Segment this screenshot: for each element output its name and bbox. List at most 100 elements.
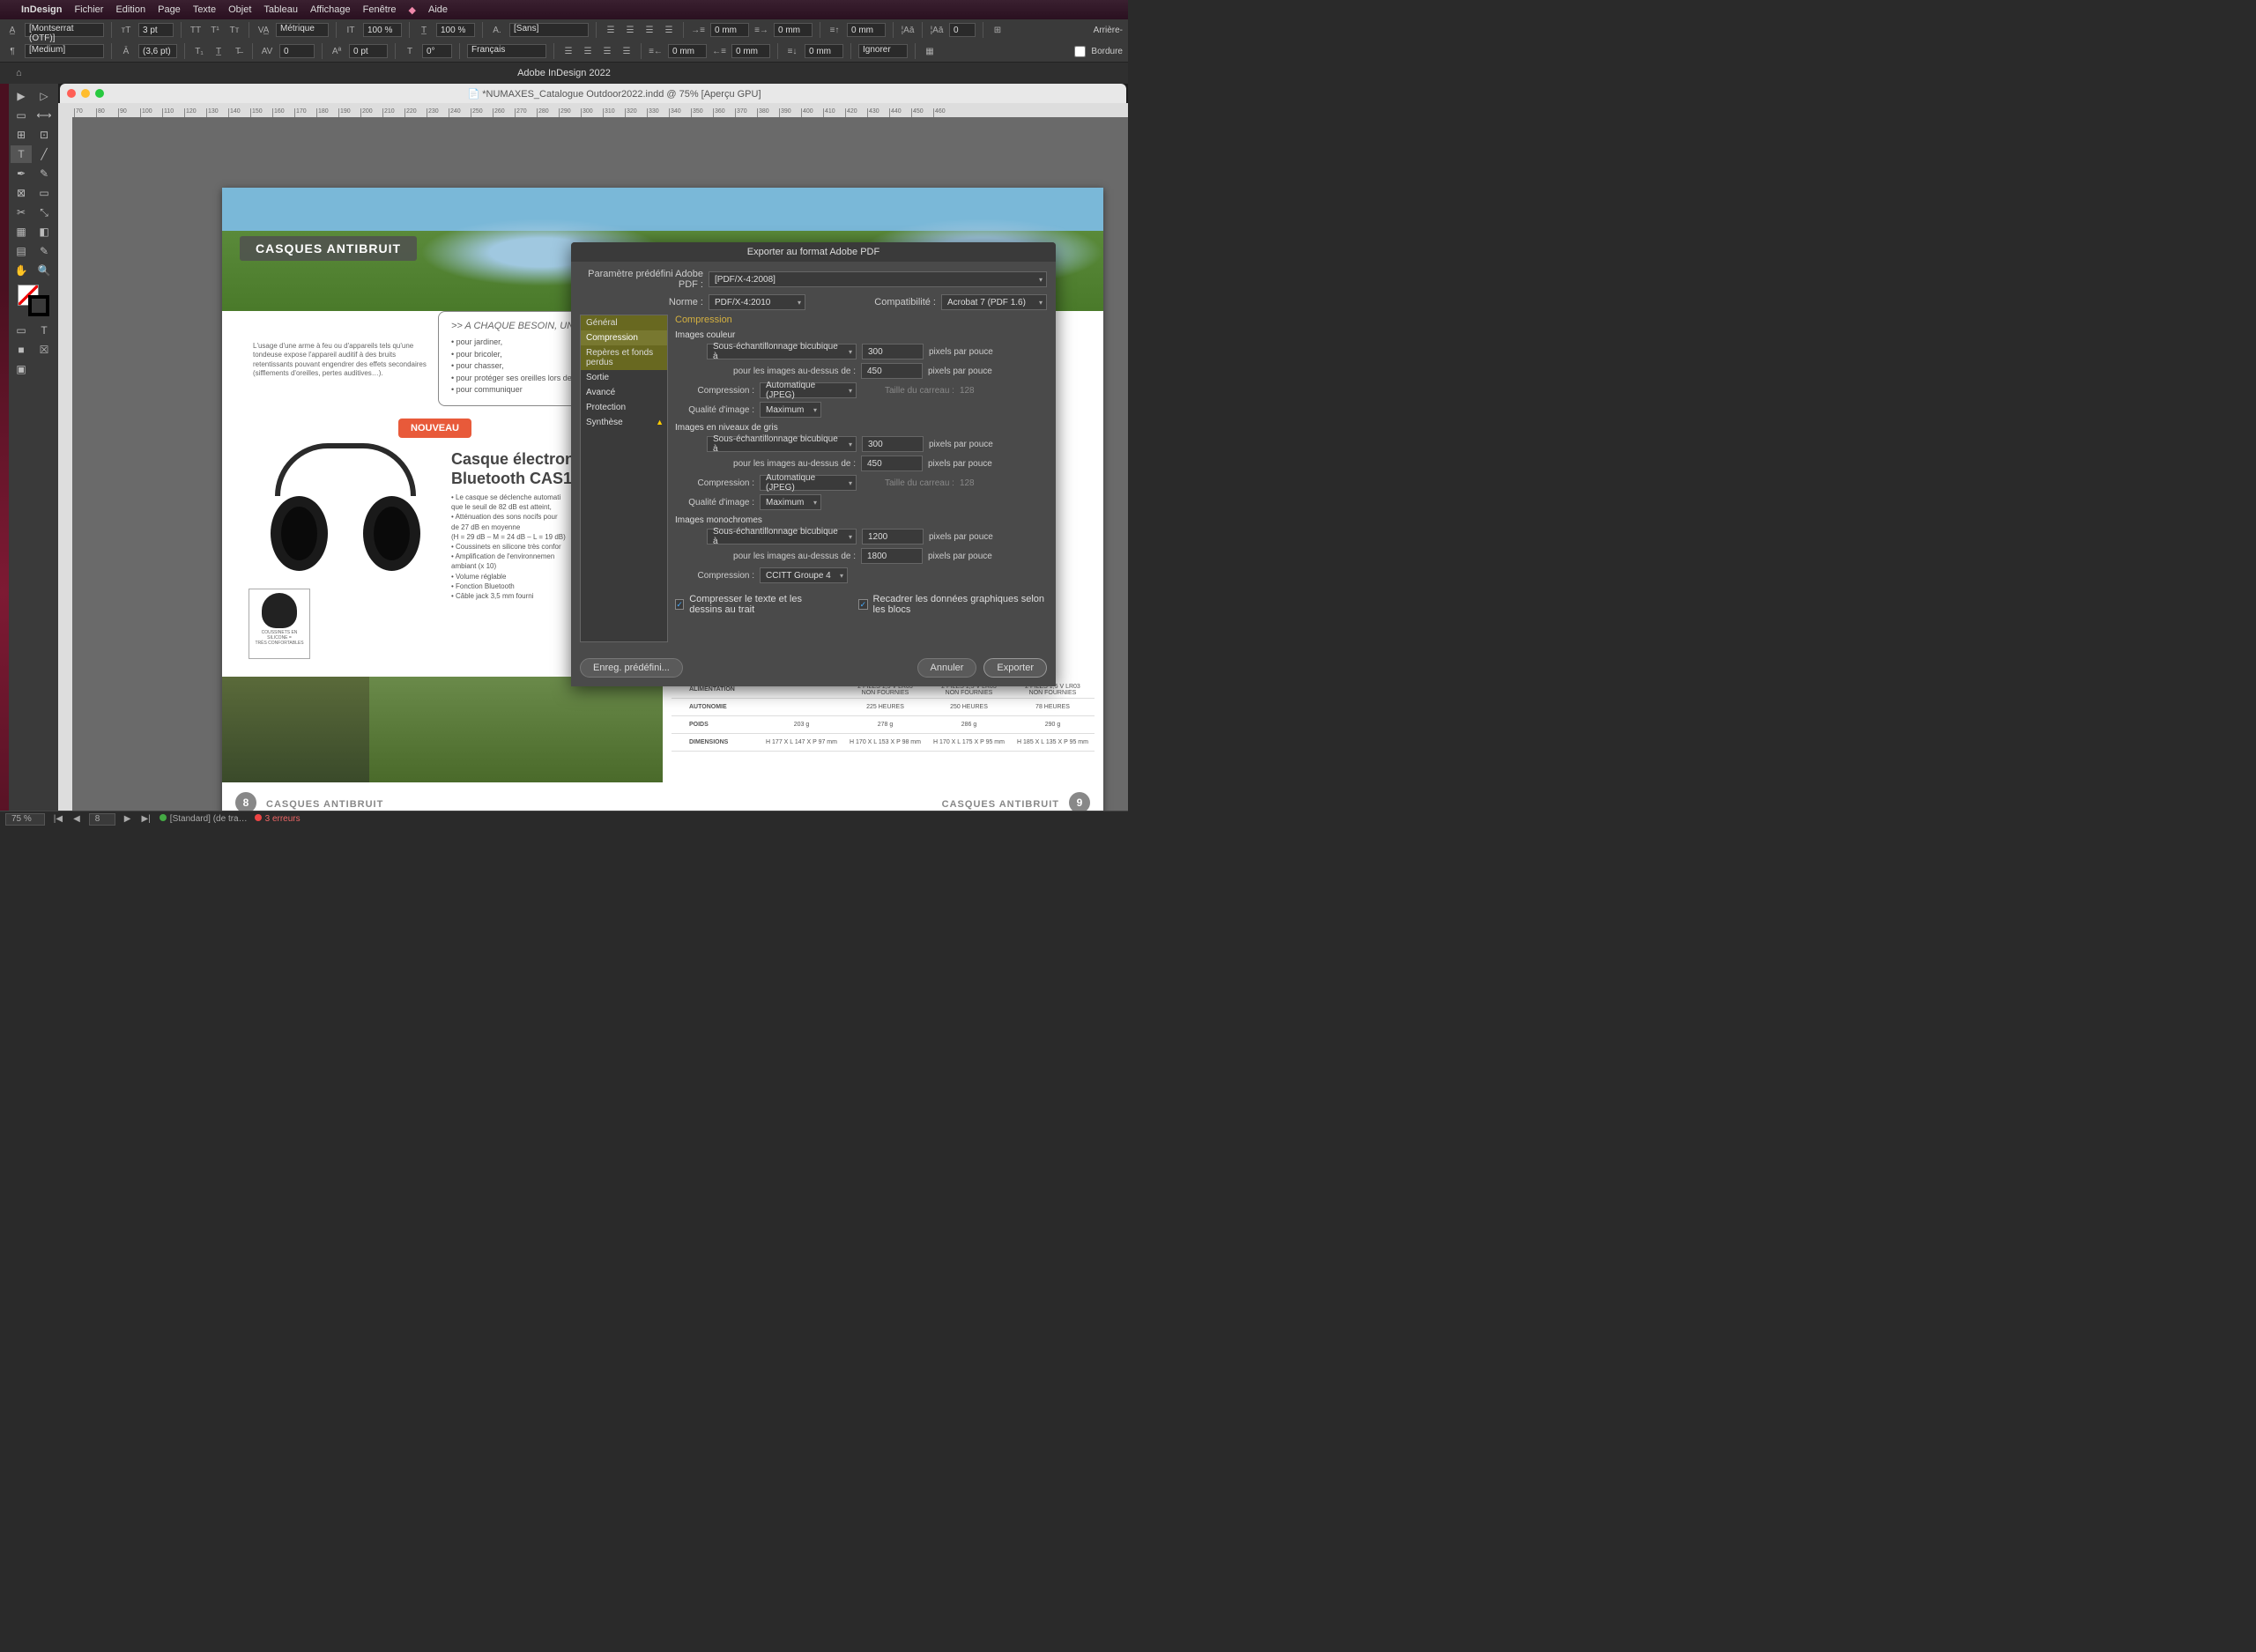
apply-color-icon[interactable]: ■ [11,341,32,359]
window-close-icon[interactable] [67,89,76,98]
align-center-icon[interactable]: ☰ [623,23,637,37]
fill-stroke-swatch[interactable] [18,285,49,316]
kerning-select[interactable]: Métrique [276,23,329,37]
menu-text[interactable]: Texte [193,4,216,15]
rectangle-tool[interactable]: ▭ [33,184,55,202]
subscript-icon[interactable]: T₁ [192,44,206,58]
apply-none-icon[interactable]: ☒ [33,341,55,359]
gray-compression-select[interactable]: Automatique (JPEG) [760,475,857,491]
mono-downsample-select[interactable]: Sous-échantillonnage bicubique à [707,529,857,544]
hscale-input[interactable] [363,23,402,37]
note-tool[interactable]: ▤ [11,242,32,260]
error-status[interactable]: 3 erreurs [255,814,301,824]
gray-downsample-select[interactable]: Sous-échantillonnage bicubique à [707,436,857,452]
space-before-input[interactable] [847,23,886,37]
free-transform-tool[interactable]: ⤡ [33,204,55,221]
content-placer-tool[interactable]: ⊡ [33,126,55,144]
zoom-tool[interactable]: 🔍 [33,262,55,279]
menu-object[interactable]: Objet [228,4,251,15]
menu-window[interactable]: Fenêtre [363,4,397,15]
justify-right-icon[interactable]: ☰ [620,44,634,58]
prev-page-button[interactable]: ◀ [71,814,82,824]
leading-input[interactable] [138,44,177,58]
skew-input[interactable] [422,44,452,58]
menu-file[interactable]: Fichier [74,4,103,15]
export-button[interactable]: Exporter [983,658,1047,678]
menu-help[interactable]: Aide [428,4,448,15]
pen-tool[interactable]: ✒ [11,165,32,182]
justify-left-icon[interactable]: ☰ [581,44,595,58]
gradient-swatch-tool[interactable]: ▦ [11,223,32,241]
hand-tool[interactable]: ✋ [11,262,32,279]
vertical-ruler[interactable] [58,117,72,811]
gray-dpi-input[interactable] [862,436,924,452]
selection-tool[interactable]: ▶ [11,87,32,105]
last-page-button[interactable]: ▶| [140,814,152,824]
tab-general[interactable]: Général [581,315,667,330]
scissors-tool[interactable]: ✂ [11,204,32,221]
menu-table[interactable]: Tableau [263,4,298,15]
tab-summary[interactable]: Synthèse▲ [581,415,667,430]
page-tool[interactable]: ▭ [11,107,32,124]
menu-edit[interactable]: Edition [115,4,145,15]
indent-left-input[interactable] [710,23,749,37]
first-page-button[interactable]: |◀ [52,814,64,824]
pencil-tool[interactable]: ✎ [33,165,55,182]
tab-compression[interactable]: Compression [581,330,667,345]
view-mode-icon[interactable]: ▣ [11,360,32,378]
reverse-link[interactable]: Arrière- [1094,26,1123,35]
eyedropper-tool[interactable]: ✎ [33,242,55,260]
para-mode-icon[interactable]: ¶ [5,44,19,58]
page-number-input[interactable]: 8 [89,813,115,826]
small-caps-icon[interactable]: Tᴛ [227,23,241,37]
char-mode-icon[interactable]: A̲ [5,23,19,37]
align-justify-icon[interactable]: ☰ [662,23,676,37]
superscript-icon[interactable]: T¹ [208,23,222,37]
tab-output[interactable]: Sortie [581,370,667,385]
align-right-icon[interactable]: ☰ [642,23,657,37]
zoom-select[interactable]: 75 % [5,813,45,826]
color-dpi-input[interactable] [862,344,924,359]
next-page-button[interactable]: ▶ [122,814,133,824]
gap-tool[interactable]: ⟷ [33,107,55,124]
window-zoom-icon[interactable] [95,89,104,98]
stroke-swatch[interactable] [28,295,49,316]
tab-advanced[interactable]: Avancé [581,385,667,400]
indent-last-input[interactable] [731,44,770,58]
preset-select[interactable]: [PDF/X-4:2008] [709,271,1047,287]
color-above-input[interactable] [861,363,923,379]
gray-quality-select[interactable]: Maximum [760,494,821,510]
mono-compression-select[interactable]: CCITT Groupe 4 [760,567,848,583]
norme-select[interactable]: PDF/X-4:2010 [709,294,805,310]
ignore-select[interactable]: Ignorer [858,44,908,58]
content-collector-tool[interactable]: ⊞ [11,126,32,144]
app-menu[interactable]: InDesign [21,4,62,15]
menu-page[interactable]: Page [158,4,181,15]
strikethrough-icon[interactable]: T̶ [231,44,245,58]
tab-security[interactable]: Protection [581,400,667,415]
gray-above-input[interactable] [861,456,923,471]
mono-dpi-input[interactable] [862,529,924,544]
indent-right-input[interactable] [668,44,707,58]
language-select[interactable]: Français [467,44,546,58]
crop-data-checkbox[interactable]: ✓ [858,599,867,610]
vscale-input[interactable] [436,23,475,37]
mono-above-input[interactable] [861,548,923,564]
font-style-select[interactable]: [Medium] [25,44,104,58]
justify-full-icon[interactable]: ☰ [561,44,575,58]
color-compression-select[interactable]: Automatique (JPEG) [760,382,857,398]
type-tool[interactable]: T [11,145,32,163]
rectangle-frame-tool[interactable]: ⊠ [11,184,32,202]
compress-text-checkbox[interactable]: ✓ [675,599,684,610]
space-after-input[interactable] [805,44,843,58]
format-text-icon[interactable]: T [33,322,55,339]
color-quality-select[interactable]: Maximum [760,402,821,418]
home-icon[interactable]: ⌂ [16,68,22,78]
tab-marks[interactable]: Repères et fonds perdus [581,345,667,370]
baseline-input[interactable] [349,44,388,58]
gradient-feather-tool[interactable]: ◧ [33,223,55,241]
font-family-select[interactable]: [Montserrat (OTF)] [25,23,104,37]
border-checkbox[interactable] [1074,46,1086,57]
window-minimize-icon[interactable] [81,89,90,98]
horizontal-ruler[interactable]: 7080901001101201301401501601701801902002… [58,103,1128,117]
